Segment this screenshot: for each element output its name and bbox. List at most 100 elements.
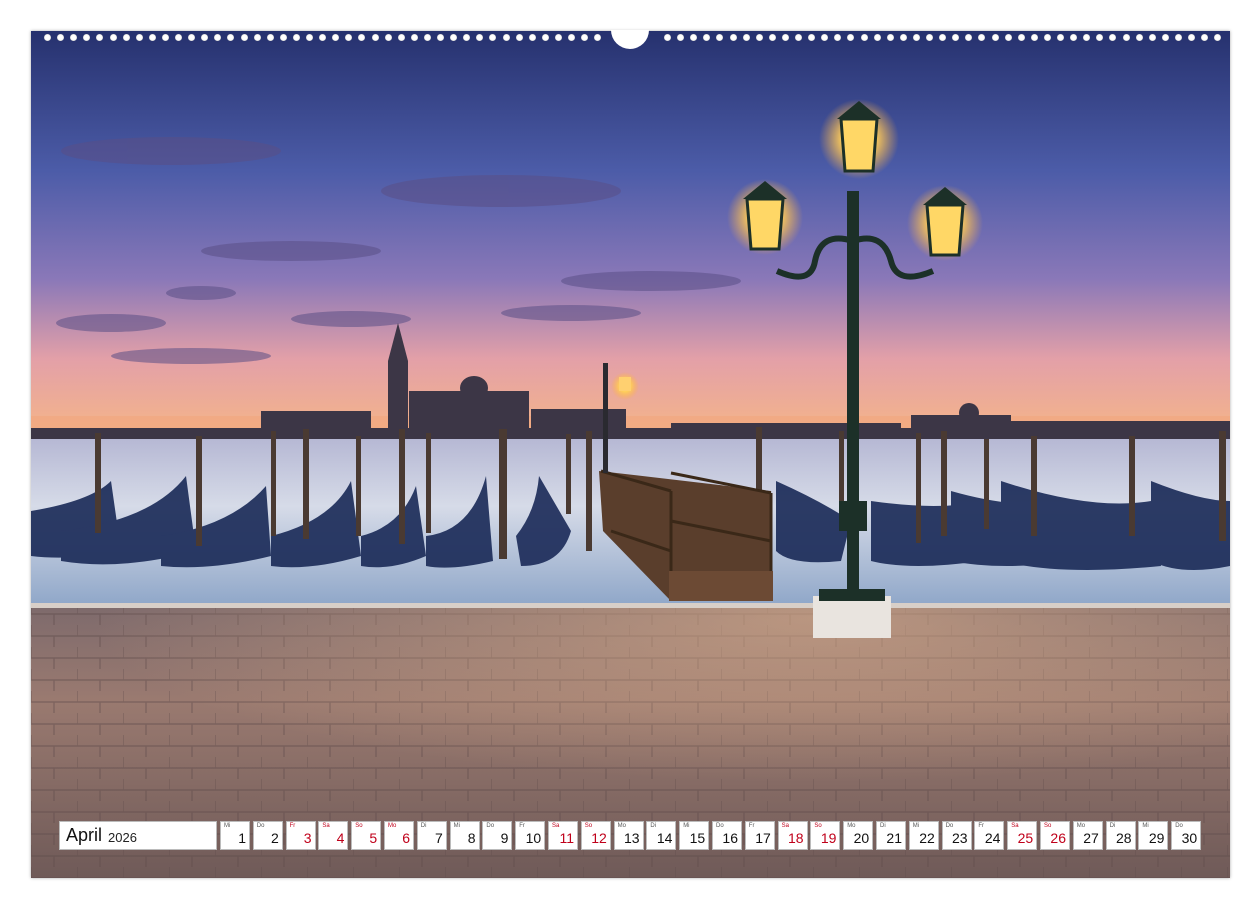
binding-hole xyxy=(70,34,78,41)
day-number: 9 xyxy=(500,830,509,846)
calendar-page: April 2026 Mi 1 Do 2 Fr 3 Sa 4 So 5 Mo 6 Di 7 Mi 8 Do 9 Fr… xyxy=(0,0,1260,908)
weekday-label: Sa xyxy=(552,823,560,829)
binding-hole xyxy=(175,34,182,41)
weekday-label: Do xyxy=(716,823,724,829)
day-number: 22 xyxy=(919,830,935,846)
day-cell: Do 16 xyxy=(712,821,742,850)
binding-hole xyxy=(703,34,711,41)
binding-hole xyxy=(122,34,130,41)
day-number: 18 xyxy=(788,830,804,846)
binding-hole xyxy=(899,34,907,41)
binding-hole xyxy=(860,34,868,41)
binding-hole xyxy=(319,34,327,41)
day-number: 27 xyxy=(1083,830,1099,846)
binding-hole xyxy=(1201,34,1209,41)
day-number: 8 xyxy=(467,830,476,846)
day-cell: Di 28 xyxy=(1105,821,1136,850)
binding-hole xyxy=(716,34,724,41)
binding-hole xyxy=(148,34,156,41)
weekday-label: Fr xyxy=(519,823,525,829)
binding-hole xyxy=(240,34,248,41)
day-number: 17 xyxy=(755,830,771,846)
binding-hole xyxy=(83,34,91,41)
weekday-label: Mi xyxy=(1142,823,1149,829)
day-cell: Mo 6 xyxy=(384,821,414,850)
weekday-label: Fr xyxy=(748,823,755,829)
binding-hole xyxy=(1083,34,1091,41)
day-cell: Do 9 xyxy=(482,821,513,850)
binding-hole xyxy=(834,34,842,41)
weekday-label: Mi xyxy=(912,823,920,829)
day-cell: Do 30 xyxy=(1171,821,1202,850)
day-number: 24 xyxy=(984,830,1001,846)
binding-hole xyxy=(161,34,169,41)
day-number: 25 xyxy=(1017,830,1034,846)
day-cell: Fr 10 xyxy=(515,821,546,850)
day-cell: Mo 20 xyxy=(843,821,874,850)
binding-hole xyxy=(939,34,947,41)
day-number: 2 xyxy=(271,830,279,846)
binding-hole xyxy=(266,34,274,41)
day-number: 1 xyxy=(238,830,246,846)
weekday-label: Fr xyxy=(289,823,296,829)
binding-hole xyxy=(437,34,444,41)
weekday-label: Do xyxy=(945,823,954,829)
binding-hole xyxy=(729,34,737,41)
binding-hole xyxy=(279,34,287,41)
day-number: 23 xyxy=(952,830,968,846)
venice-photo xyxy=(31,31,1230,878)
day-number: 28 xyxy=(1116,830,1132,846)
weekday-label: Do xyxy=(256,823,265,829)
weekday-label: Sa xyxy=(781,823,789,829)
binding-hole xyxy=(450,34,458,41)
binding-hole xyxy=(965,34,973,41)
binding-hole xyxy=(332,34,340,41)
binding-hole xyxy=(253,34,261,41)
binding-hole xyxy=(795,34,802,41)
binding-hole xyxy=(1043,34,1051,41)
day-number: 15 xyxy=(689,830,706,846)
day-number: 26 xyxy=(1050,830,1066,846)
binding-hole xyxy=(214,34,222,41)
binding-hole xyxy=(57,34,65,41)
binding-hole xyxy=(886,34,894,41)
binding-hole xyxy=(847,34,855,41)
binding-hole xyxy=(135,34,143,41)
day-cell: Do 2 xyxy=(252,821,283,850)
binding-hole xyxy=(742,34,750,41)
binding-hole xyxy=(1030,34,1038,41)
binding-hole xyxy=(1017,34,1025,41)
weekday-label: Do xyxy=(486,823,495,829)
binding-hole xyxy=(384,34,392,41)
weekday-label: So xyxy=(814,823,822,829)
day-number: 12 xyxy=(591,830,607,846)
day-number: 16 xyxy=(722,830,738,846)
binding-hole xyxy=(423,34,431,41)
weekday-label: So xyxy=(584,823,593,829)
binding-hole xyxy=(581,34,589,41)
weekday-label: Mi xyxy=(453,823,460,829)
binding-hole xyxy=(410,34,418,41)
day-cell: Mi 29 xyxy=(1138,821,1169,850)
binding-hole xyxy=(201,34,209,41)
spiral-binding xyxy=(0,30,1260,49)
binding-hole xyxy=(358,34,366,41)
day-cell: Sa 18 xyxy=(777,821,808,850)
binding-hole xyxy=(1109,34,1117,41)
binding-hole xyxy=(44,34,51,41)
weekday-label: Di xyxy=(650,823,657,829)
binding-hole xyxy=(109,34,117,41)
day-number: 30 xyxy=(1181,830,1198,846)
weekday-label: Di xyxy=(420,823,427,829)
binding-hole xyxy=(1122,34,1130,41)
weekday-label: So xyxy=(1044,823,1052,829)
binding-hole xyxy=(677,34,685,41)
binding-hole xyxy=(873,34,881,41)
weekday-label: Mo xyxy=(1076,823,1086,829)
weekday-label: Do xyxy=(1175,823,1183,829)
day-number: 3 xyxy=(303,830,312,846)
day-cell: Di 7 xyxy=(416,821,447,850)
binding-hole xyxy=(1161,34,1169,41)
binding-hole xyxy=(912,34,920,41)
day-number: 21 xyxy=(886,830,902,846)
